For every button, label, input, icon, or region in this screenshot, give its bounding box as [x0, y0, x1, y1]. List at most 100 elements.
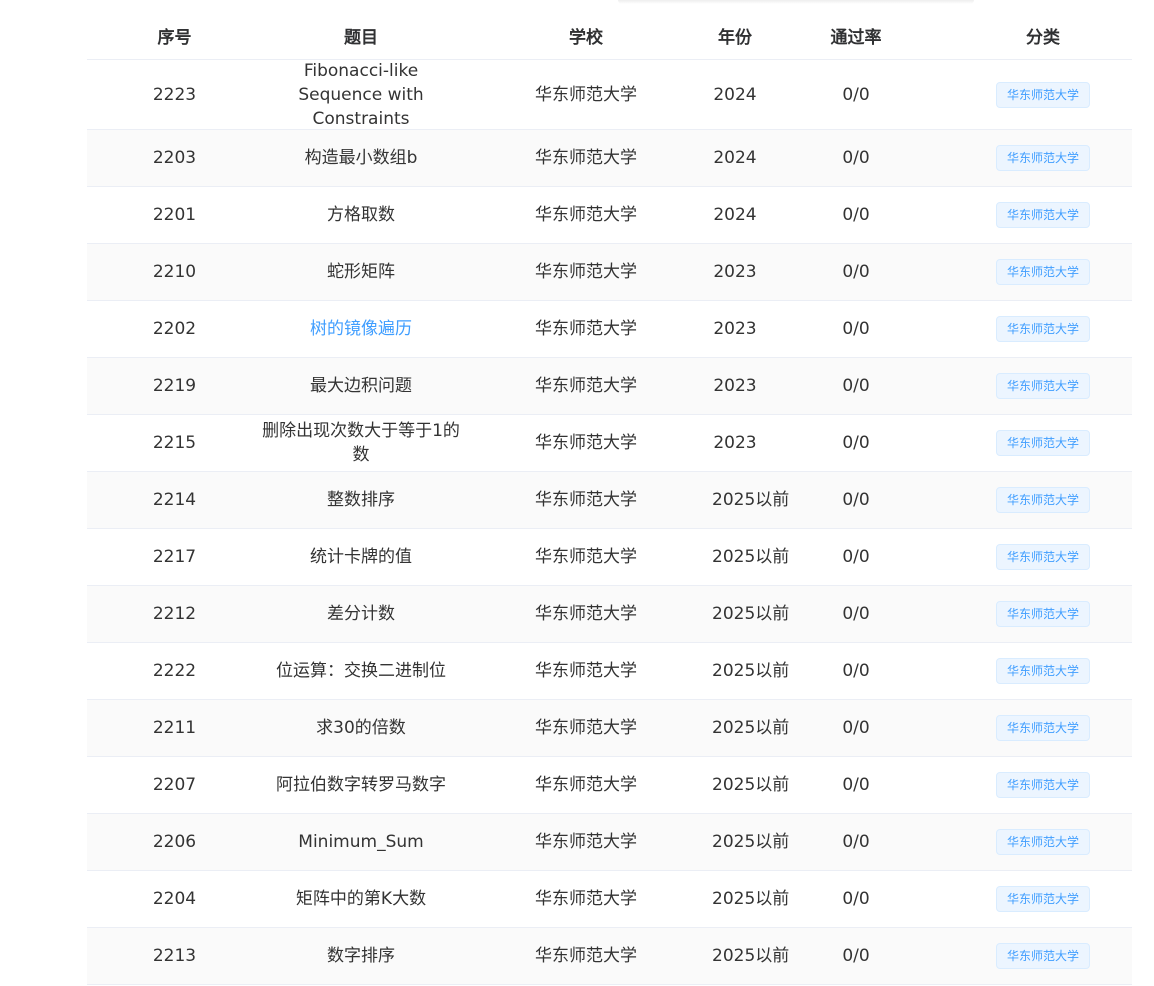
category-cell: 华东师范大学	[954, 601, 1132, 627]
problem-pass-rate: 0/0	[842, 661, 870, 681]
category-tag[interactable]: 华东师范大学	[995, 886, 1090, 912]
problem-pass-rate: 0/0	[842, 490, 870, 510]
problem-pass-rate: 0/0	[842, 319, 870, 339]
category-cell: 华东师范大学	[954, 715, 1132, 741]
table-row[interactable]: 2222 位运算：交换二进制位 华东师范大学 2025以前 0/0 华东师范大学	[87, 643, 1132, 700]
problem-pass-rate: 0/0	[842, 889, 870, 909]
header-title[interactable]: 题目	[262, 26, 460, 50]
problem-title-link[interactable]: 矩阵中的第K大数	[262, 887, 460, 911]
table-row[interactable]: 2219 最大边积问题 华东师范大学 2023 0/0 华东师范大学	[87, 358, 1132, 415]
problem-title-link[interactable]: 构造最小数组b	[262, 146, 460, 170]
problem-year: 2025以前	[712, 718, 790, 738]
problem-pass-rate: 0/0	[842, 262, 870, 282]
table-row[interactable]: 2204 矩阵中的第K大数 华东师范大学 2025以前 0/0 华东师范大学	[87, 871, 1132, 928]
category-tag[interactable]: 华东师范大学	[995, 487, 1090, 513]
category-tag[interactable]: 华东师范大学	[995, 430, 1090, 456]
problem-pass-rate: 0/0	[842, 604, 870, 624]
problem-pass-rate: 0/0	[842, 547, 870, 567]
category-tag[interactable]: 华东师范大学	[995, 259, 1090, 285]
header-pass-rate[interactable]: 通过率	[758, 26, 954, 50]
category-tag[interactable]: 华东师范大学	[995, 601, 1090, 627]
problem-year: 2025以前	[712, 946, 790, 966]
problem-school: 华东师范大学	[535, 490, 637, 510]
table-row[interactable]: 2217 统计卡牌的值 华东师范大学 2025以前 0/0 华东师范大学	[87, 529, 1132, 586]
problem-year: 2023	[713, 433, 757, 453]
category-tag[interactable]: 华东师范大学	[995, 145, 1090, 171]
problem-title-link[interactable]: Fibonacci-like Sequence with Constraints	[262, 59, 460, 131]
problem-year: 2023	[713, 262, 757, 282]
problem-title-link[interactable]: 求30的倍数	[262, 716, 460, 740]
problem-title-link[interactable]: 数字排序	[262, 944, 460, 968]
problem-id: 2213	[152, 946, 197, 966]
header-category[interactable]: 分类	[954, 26, 1132, 50]
problem-id: 2215	[152, 433, 197, 453]
category-tag[interactable]: 华东师范大学	[995, 943, 1090, 969]
problem-year: 2025以前	[712, 547, 790, 567]
problem-year: 2025以前	[712, 832, 790, 852]
category-cell: 华东师范大学	[954, 430, 1132, 456]
table-row[interactable]: 2202 树的镜像遍历 华东师范大学 2023 0/0 华东师范大学	[87, 301, 1132, 358]
category-tag[interactable]: 华东师范大学	[995, 373, 1090, 399]
category-cell: 华东师范大学	[954, 487, 1132, 513]
problem-year: 2024	[713, 205, 757, 225]
problem-school: 华东师范大学	[535, 319, 637, 339]
problem-pass-rate: 0/0	[842, 205, 870, 225]
category-tag[interactable]: 华东师范大学	[995, 829, 1090, 855]
problem-title-link[interactable]: 方格取数	[262, 203, 460, 227]
problem-title-link[interactable]: 删除出现次数大于等于1的数	[262, 419, 460, 467]
category-tag[interactable]: 华东师范大学	[995, 715, 1090, 741]
table-row[interactable]: 2210 蛇形矩阵 华东师范大学 2023 0/0 华东师范大学	[87, 244, 1132, 301]
header-year[interactable]: 年份	[712, 26, 758, 50]
header-id[interactable]: 序号	[87, 26, 262, 50]
table-row[interactable]: 2201 方格取数 华东师范大学 2024 0/0 华东师范大学	[87, 187, 1132, 244]
problem-school: 华东师范大学	[535, 148, 637, 168]
problem-title-link[interactable]: Minimum_Sum	[262, 830, 460, 854]
problem-title-link[interactable]: 最大边积问题	[262, 374, 460, 398]
problem-pass-rate: 0/0	[842, 718, 870, 738]
problem-school: 华东师范大学	[535, 661, 637, 681]
table-row[interactable]: 2223 Fibonacci-like Sequence with Constra…	[87, 60, 1132, 130]
problem-title-link[interactable]: 整数排序	[262, 488, 460, 512]
table-row[interactable]: 2213 数字排序 华东师范大学 2025以前 0/0 华东师范大学	[87, 928, 1132, 985]
table-header: 序号 题目 学校 年份 通过率 分类	[87, 17, 1132, 60]
table-row[interactable]: 2214 整数排序 华东师范大学 2025以前 0/0 华东师范大学	[87, 472, 1132, 529]
category-cell: 华东师范大学	[954, 259, 1132, 285]
category-tag[interactable]: 华东师范大学	[995, 202, 1090, 228]
problem-pass-rate: 0/0	[842, 775, 870, 795]
problem-id: 2203	[152, 148, 197, 168]
problem-id: 2217	[152, 547, 197, 567]
problem-title-link[interactable]: 统计卡牌的值	[262, 545, 460, 569]
problem-id: 2222	[152, 661, 197, 681]
category-tag[interactable]: 华东师范大学	[995, 81, 1090, 108]
category-tag[interactable]: 华东师范大学	[995, 658, 1090, 684]
table-row[interactable]: 2206 Minimum_Sum 华东师范大学 2025以前 0/0 华东师范大学	[87, 814, 1132, 871]
problem-title-link[interactable]: 树的镜像遍历	[262, 317, 460, 341]
category-tag[interactable]: 华东师范大学	[995, 544, 1090, 570]
problem-school: 华东师范大学	[535, 775, 637, 795]
problem-year: 2025以前	[712, 661, 790, 681]
table-row[interactable]: 2203 构造最小数组b 华东师范大学 2024 0/0 华东师范大学	[87, 130, 1132, 187]
category-cell: 华东师范大学	[954, 829, 1132, 855]
category-tag[interactable]: 华东师范大学	[995, 772, 1090, 798]
table-row[interactable]: 2211 求30的倍数 华东师范大学 2025以前 0/0 华东师范大学	[87, 700, 1132, 757]
problem-school: 华东师范大学	[535, 946, 637, 966]
problem-id: 2204	[152, 889, 197, 909]
problem-year: 2023	[713, 376, 757, 396]
problem-pass-rate: 0/0	[842, 832, 870, 852]
problem-id: 2211	[152, 718, 197, 738]
table-row[interactable]: 2215 删除出现次数大于等于1的数 华东师范大学 2023 0/0 华东师范大学	[87, 415, 1132, 472]
category-cell: 华东师范大学	[954, 943, 1132, 969]
problem-year: 2024	[713, 148, 757, 168]
table-row[interactable]: 2207 阿拉伯数字转罗马数字 华东师范大学 2025以前 0/0 华东师范大学	[87, 757, 1132, 814]
problem-title-link[interactable]: 差分计数	[262, 602, 460, 626]
problem-id: 2210	[152, 262, 197, 282]
header-school[interactable]: 学校	[460, 26, 712, 50]
category-tag[interactable]: 华东师范大学	[995, 316, 1090, 342]
problem-title-link[interactable]: 位运算：交换二进制位	[262, 659, 460, 683]
problem-school: 华东师范大学	[535, 262, 637, 282]
problem-title-link[interactable]: 阿拉伯数字转罗马数字	[262, 773, 460, 797]
problem-id: 2214	[152, 490, 197, 510]
problem-table: 序号 题目 学校 年份 通过率 分类 2223 Fibonacci-like Se…	[87, 17, 1132, 985]
table-row[interactable]: 2212 差分计数 华东师范大学 2025以前 0/0 华东师范大学	[87, 586, 1132, 643]
problem-title-link[interactable]: 蛇形矩阵	[262, 260, 460, 284]
